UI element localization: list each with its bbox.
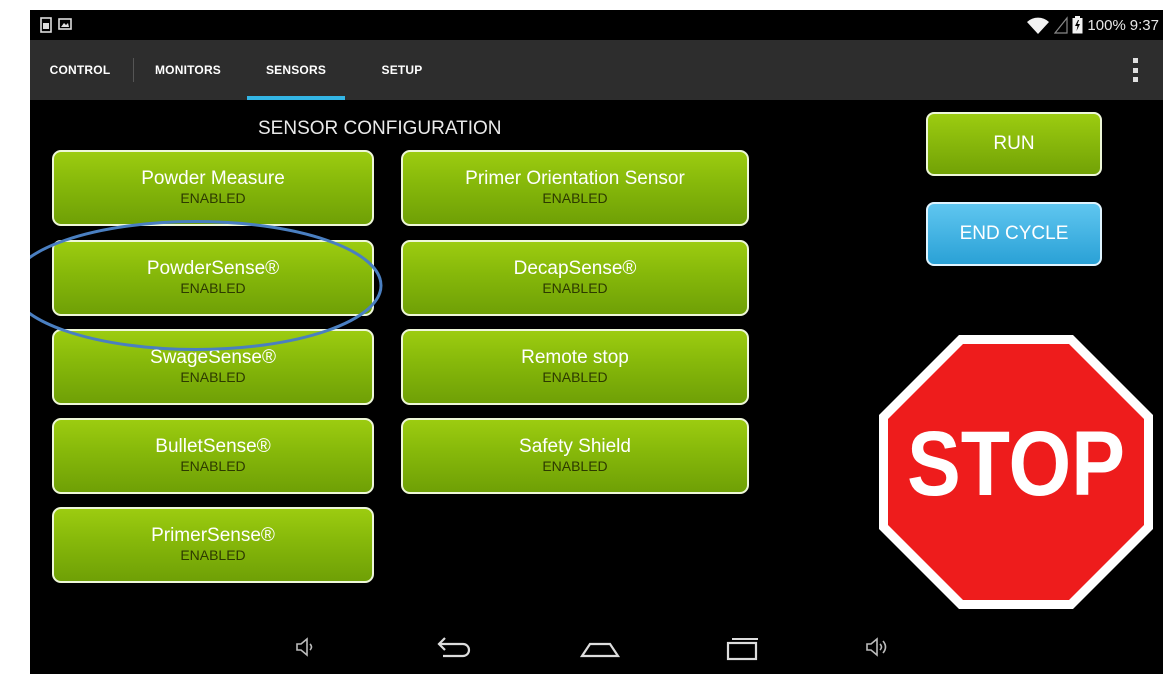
sensor-name: DecapSense® [513, 258, 637, 279]
sensor-status: ENABLED [180, 190, 246, 206]
sensor-button-primer-orientation[interactable]: Primer Orientation Sensor ENABLED [401, 150, 749, 226]
sensor-status: ENABLED [180, 547, 246, 563]
status-bar: 100% 9:37 [30, 10, 1163, 40]
selected-tab-indicator [247, 96, 345, 100]
home-icon[interactable] [578, 634, 622, 662]
clock: 9:37 [1129, 16, 1159, 34]
end-cycle-label: END CYCLE [959, 223, 1069, 244]
sensor-button-powder-measure[interactable]: Powder Measure ENABLED [52, 150, 374, 226]
battery-icon [1072, 16, 1083, 34]
sensor-name: SwageSense® [150, 347, 276, 368]
tab-monitors[interactable]: MONITORS [136, 40, 240, 100]
wifi-icon [1027, 17, 1050, 34]
sensor-status: ENABLED [180, 458, 246, 474]
battery-percent: 100% [1087, 16, 1126, 34]
sensor-name: Safety Shield [519, 436, 631, 457]
sensor-name: Primer Orientation Sensor [465, 168, 685, 189]
tab-setup[interactable]: SETUP [356, 40, 448, 100]
tab-label: CONTROL [49, 63, 111, 77]
tablet-screen: 100% 9:37 CONTROL MONITORS SENSORS SETUP… [30, 10, 1163, 674]
sensor-name: Powder Measure [141, 168, 285, 189]
image-notification-icon [58, 18, 72, 30]
tab-label: SENSORS [265, 63, 327, 77]
sensor-status: ENABLED [542, 280, 608, 296]
sensor-name: PowderSense® [146, 258, 280, 279]
end-cycle-button[interactable]: END CYCLE [926, 202, 1102, 266]
sensor-status: ENABLED [180, 280, 246, 296]
tab-sensors[interactable]: SENSORS [243, 40, 349, 100]
sensor-button-remote-stop[interactable]: Remote stop ENABLED [401, 329, 749, 405]
tab-label: MONITORS [154, 63, 222, 77]
volume-up-icon[interactable] [863, 634, 893, 660]
volume-down-icon[interactable] [292, 634, 318, 660]
tab-control[interactable]: CONTROL [30, 40, 130, 100]
sensor-button-powdersense[interactable]: PowderSense® ENABLED [52, 240, 374, 316]
sensor-button-primersense[interactable]: PrimerSense® ENABLED [52, 507, 374, 583]
status-indicators: 100% 9:37 [1026, 14, 1159, 36]
tab-label: SETUP [381, 63, 423, 77]
system-nav-bar [30, 624, 1163, 674]
sensor-status: ENABLED [542, 369, 608, 385]
sensor-name: BulletSense® [155, 436, 271, 457]
sensor-button-safety-shield[interactable]: Safety Shield ENABLED [401, 418, 749, 494]
sensor-status: ENABLED [542, 190, 608, 206]
sensor-status: ENABLED [542, 458, 608, 474]
tab-bar: CONTROL MONITORS SENSORS SETUP [30, 40, 1163, 100]
sensor-button-bulletsense[interactable]: BulletSense® ENABLED [52, 418, 374, 494]
cellular-icon [1054, 16, 1069, 34]
section-title: SENSOR CONFIGURATION [258, 118, 502, 139]
sensor-button-decapsense[interactable]: DecapSense® ENABLED [401, 240, 749, 316]
sensor-name: PrimerSense® [151, 525, 275, 546]
overflow-menu-icon[interactable] [1133, 58, 1139, 82]
stop-sign-button[interactable]: STOP [879, 335, 1153, 609]
stop-label: STOP [907, 413, 1125, 515]
sensor-status: ENABLED [180, 369, 246, 385]
sensor-name: Remote stop [521, 347, 629, 368]
back-icon[interactable] [435, 634, 475, 662]
run-button[interactable]: RUN [926, 112, 1102, 176]
recent-apps-icon[interactable] [722, 634, 762, 662]
sim-icon [40, 17, 52, 33]
run-label: RUN [993, 133, 1035, 154]
tab-divider [133, 58, 134, 82]
sensor-button-swagesense[interactable]: SwageSense® ENABLED [52, 329, 374, 405]
